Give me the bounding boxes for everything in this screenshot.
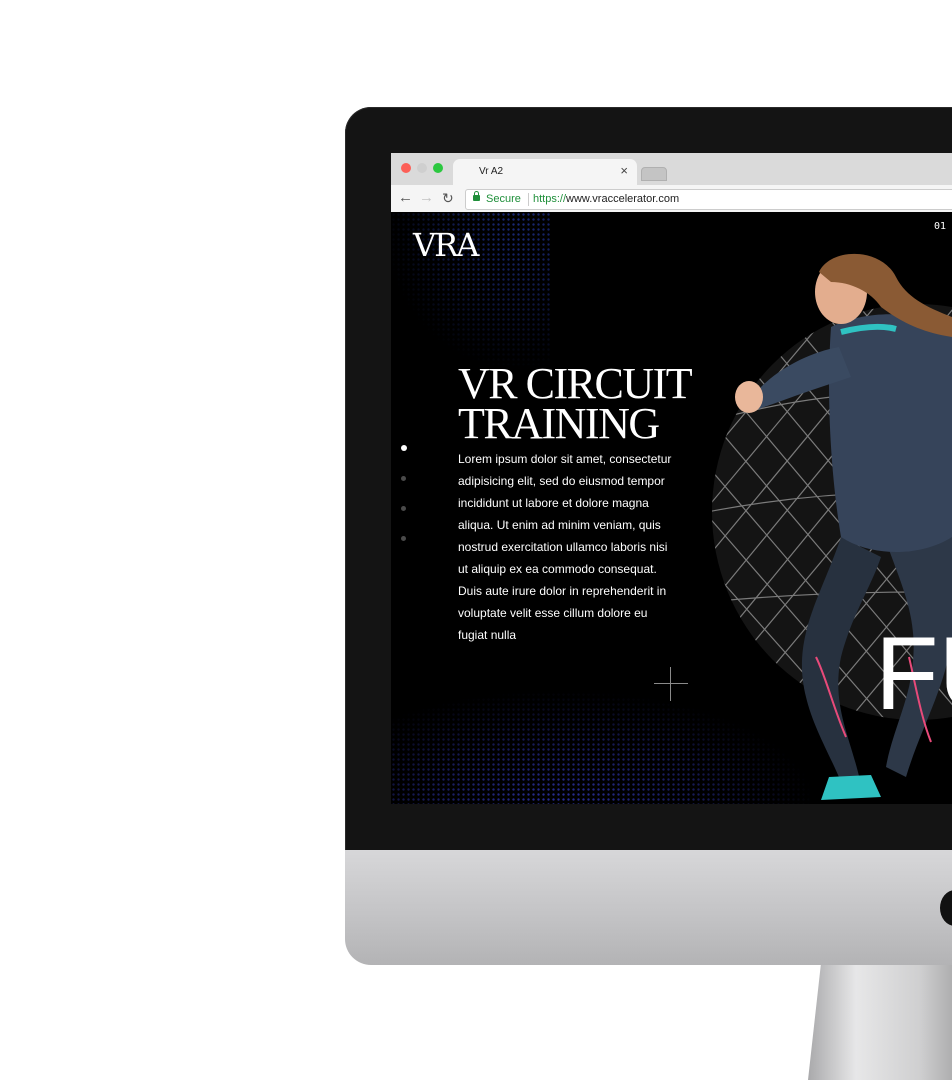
intro-paragraph: Lorem ipsum dolor sit amet, consectetur …	[458, 452, 672, 642]
window-minimize-button[interactable]	[417, 163, 427, 173]
tab-title: Vr A2	[479, 166, 504, 177]
screen: Vr A2 × ← → ↻ Secure https://www.vraccel…	[391, 153, 952, 804]
pager-dot-4[interactable]	[401, 536, 406, 541]
slide-pager	[401, 445, 407, 566]
slide-number: 01	[934, 221, 947, 232]
secure-label: Secure	[486, 193, 521, 205]
heading-line-1: VR CIRCUIT	[458, 359, 693, 408]
imac-chin	[345, 850, 952, 965]
url-host: www.vraccelerator.com	[566, 193, 680, 205]
browser-toolbar: ← → ↻ Secure https://www.vraccelerator.c…	[391, 185, 952, 213]
site-logo[interactable]: VRA	[413, 226, 479, 264]
window-close-button[interactable]	[401, 163, 411, 173]
pager-dot-2[interactable]	[401, 476, 406, 481]
page-heading: VR CIRCUIT TRAINING	[458, 359, 693, 448]
pager-dot-1[interactable]	[401, 445, 407, 451]
pager-dot-3[interactable]	[401, 506, 406, 511]
window-zoom-button[interactable]	[433, 163, 443, 173]
web-page: VRA 01 VR CIRCUIT TRAINING Lorem ipsum d…	[391, 212, 952, 804]
back-arrow-icon[interactable]: ←	[398, 189, 413, 207]
lock-icon	[473, 191, 480, 201]
browser-tab-bar: Vr A2 ×	[391, 153, 952, 186]
address-bar[interactable]: Secure https://www.vraccelerator.com	[465, 189, 952, 210]
reload-icon[interactable]: ↻	[442, 189, 454, 207]
close-icon[interactable]: ×	[620, 163, 628, 178]
url-scheme: https://	[533, 193, 567, 205]
big-headline-text: FU	[875, 616, 952, 732]
heading-line-2: TRAINING	[458, 399, 660, 448]
imac-stand	[808, 965, 952, 1080]
forward-arrow-icon[interactable]: →	[419, 189, 434, 207]
url-text: https://www.vraccelerator.com	[533, 193, 679, 205]
browser-tab[interactable]: Vr A2 ×	[453, 159, 637, 186]
crosshair-icon[interactable]	[654, 667, 688, 701]
url-divider	[528, 193, 529, 206]
new-tab-button[interactable]	[641, 167, 667, 181]
